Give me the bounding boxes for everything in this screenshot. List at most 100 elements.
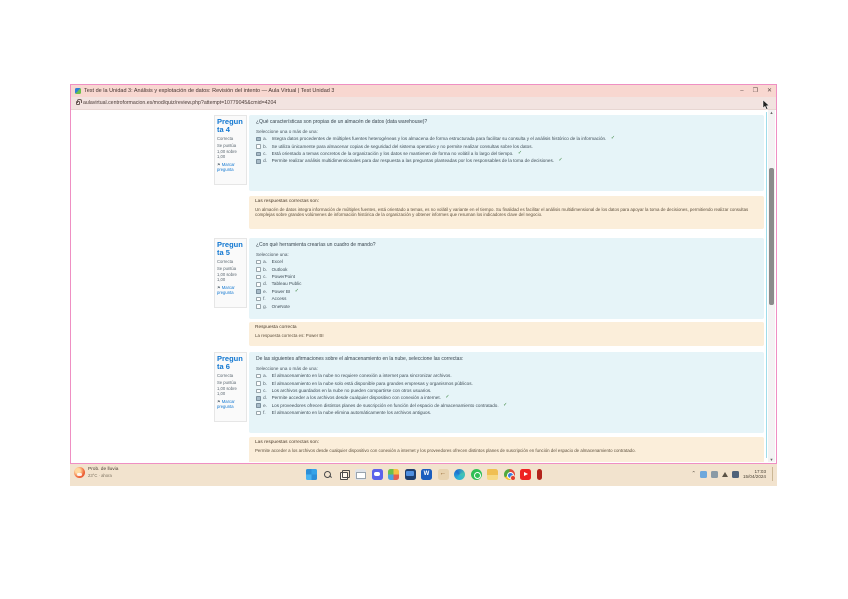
question-body: ¿Qué características son propias de un a…	[249, 115, 764, 191]
browser-window: Test de la Unidad 3: Análisis y explotac…	[70, 84, 777, 464]
answer-option: d. Permite realizar análisis multidimens…	[256, 157, 757, 164]
taskbar: Prob. de lluvia 23°C · ahora	[70, 464, 777, 486]
whatsapp-app-icon[interactable]	[471, 469, 482, 480]
checkbox[interactable]	[256, 144, 261, 149]
answer-option: c. Está orientado a temas concretos de l…	[256, 150, 757, 157]
hidden-icons-chevron[interactable]: ⌃	[691, 471, 696, 477]
option-text: Los archivos guardados en la nube no pue…	[272, 387, 432, 394]
answer-prompt: Seleccione una o más de una:	[256, 366, 757, 371]
answer-prompt: Seleccione una o más de una:	[256, 129, 757, 134]
feedback-body: Un almacén de datos integra información …	[255, 207, 758, 218]
option-letter: f.	[263, 295, 269, 302]
volume-icon[interactable]	[722, 472, 728, 477]
checkbox[interactable]	[256, 381, 261, 386]
mail-app-icon[interactable]	[355, 469, 366, 480]
scrollbar[interactable]: ▲ ▼	[768, 110, 775, 462]
red-app-icon[interactable]	[537, 469, 542, 480]
question-info-card: Pregunta 6 Correcta Se puntúa 1,00 sobre…	[214, 352, 247, 422]
option-text: Está orientado a temas concretos de la o…	[272, 150, 514, 157]
weather-icon	[74, 467, 85, 478]
checkbox[interactable]	[256, 275, 261, 280]
chrome-browser-icon[interactable]	[504, 469, 515, 480]
checkbox[interactable]	[256, 289, 261, 294]
flag-question-link[interactable]: ⚑Marcar pregunta	[217, 162, 244, 172]
clock-date: 15/04/2024	[743, 474, 766, 479]
checkbox[interactable]	[256, 282, 261, 287]
option-letter: a.	[263, 258, 269, 265]
option-letter: b.	[263, 380, 269, 387]
answer-option: f. Access	[256, 295, 757, 302]
screenshot-canvas: Test de la Unidad 3: Análisis y explotac…	[0, 0, 848, 599]
checkbox[interactable]	[256, 396, 261, 401]
answer-option: b. El almacenamiento en la nube solo est…	[256, 380, 757, 387]
option-text: El almacenamiento en la nube no requiere…	[272, 372, 452, 379]
checkbox[interactable]	[256, 159, 261, 164]
close-button[interactable]: ✕	[767, 88, 772, 94]
checkbox[interactable]	[256, 137, 261, 142]
checkbox[interactable]	[256, 389, 261, 394]
discord-app-icon[interactable]	[372, 469, 383, 480]
option-text: El almacenamiento en la nube elimina aut…	[272, 409, 432, 416]
maximize-button[interactable]: ❐	[753, 88, 758, 94]
minimize-button[interactable]: –	[740, 88, 743, 94]
question-info-card: Pregunta 5 Correcta Se puntúa 1,00 sobre…	[214, 238, 247, 308]
checkbox[interactable]	[256, 411, 261, 416]
show-desktop-button[interactable]	[772, 467, 774, 481]
youtube-app-icon[interactable]	[520, 469, 531, 480]
feedback-body: La respuesta correcta es: Power BI	[255, 333, 758, 339]
question-number: Pregunta 6	[217, 355, 244, 371]
lock-icon	[76, 101, 80, 106]
option-text: Tableau Public	[272, 280, 302, 287]
correct-check-icon: ✓	[518, 150, 522, 157]
photos-app-icon[interactable]	[388, 469, 399, 480]
flag-question-link[interactable]: ⚑Marcar pregunta	[217, 399, 244, 409]
option-text: Outlook	[272, 266, 288, 273]
correct-check-icon: ✓	[445, 394, 449, 401]
checkbox[interactable]	[256, 403, 261, 408]
url-text[interactable]: aulavirtual.centroformacion.es/mod/quiz/…	[83, 100, 276, 106]
correct-check-icon: ✓	[611, 135, 615, 142]
weather-widget[interactable]: Prob. de lluvia 23°C · ahora	[74, 467, 118, 478]
question-body: De las siguientes afirmaciones sobre el …	[249, 352, 764, 433]
taskbar-icons	[306, 469, 542, 480]
tray-app-icon[interactable]	[700, 471, 707, 478]
scrollbar-thumb[interactable]	[769, 168, 774, 305]
scroll-down-icon[interactable]: ▼	[768, 457, 775, 462]
desktop-capture: Test de la Unidad 3: Análisis y explotac…	[70, 84, 777, 486]
scroll-up-icon[interactable]: ▲	[768, 110, 775, 115]
answer-option: e. Los proveedores ofrecen distintos pla…	[256, 402, 757, 409]
taskbar-clock[interactable]: 17:03 15/04/2024	[743, 469, 766, 480]
start-button-icon[interactable]	[306, 469, 317, 480]
answer-option: a. Excel	[256, 258, 757, 265]
option-letter: c.	[263, 273, 269, 280]
monitor-app-icon[interactable]	[405, 469, 416, 480]
question-number: Pregunta 5	[217, 241, 244, 257]
task-view-icon[interactable]	[339, 469, 350, 480]
feedback-title: Respuesta correcta	[255, 325, 758, 331]
network-icon[interactable]	[732, 471, 739, 478]
flag-question-link[interactable]: ⚑Marcar pregunta	[217, 285, 244, 295]
answer-option: c. Los archivos guardados en la nube no …	[256, 387, 757, 394]
content-edge-strip	[766, 112, 768, 458]
edge-browser-icon[interactable]	[454, 469, 465, 480]
checkbox[interactable]	[256, 304, 261, 309]
checkbox[interactable]	[256, 374, 261, 379]
checkbox[interactable]	[256, 267, 261, 272]
file-explorer-icon[interactable]	[487, 469, 498, 480]
search-icon[interactable]	[322, 469, 333, 480]
correct-check-icon: ✓	[503, 402, 507, 409]
option-text: El almacenamiento en la nube solo está d…	[272, 380, 473, 387]
checkbox[interactable]	[256, 152, 261, 157]
word-app-icon[interactable]	[421, 469, 432, 480]
answer-option: d. Permite acceder a los archivos desde …	[256, 394, 757, 401]
sign-out-app-icon[interactable]	[438, 469, 449, 480]
checkbox[interactable]	[256, 297, 261, 302]
page-content: Pregunta 4 Correcta Se puntúa 1,00 sobre…	[71, 110, 776, 462]
onedrive-tray-icon[interactable]	[711, 471, 718, 478]
checkbox[interactable]	[256, 260, 261, 265]
question-state: Correcta	[217, 373, 244, 378]
answer-option: f. El almacenamiento en la nube elimina …	[256, 409, 757, 416]
answer-option: d. Tableau Public	[256, 280, 757, 287]
question-grade: Se puntúa 1,00 sobre 1,00	[217, 266, 244, 282]
answer-option: b. Se utiliza únicamente para almacenar …	[256, 143, 757, 150]
